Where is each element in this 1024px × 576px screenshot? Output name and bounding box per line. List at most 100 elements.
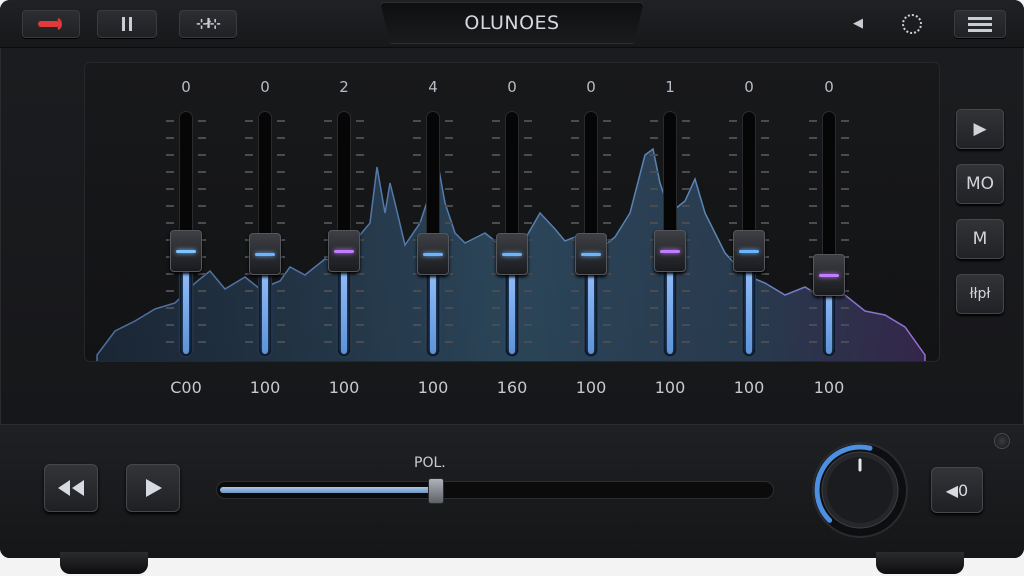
knob-indicator bbox=[660, 250, 680, 253]
band-gain-value: 0 bbox=[744, 78, 754, 96]
scale-tick bbox=[277, 307, 285, 309]
band-slider-knob[interactable] bbox=[249, 233, 281, 275]
side-play-button[interactable]: ▶ bbox=[956, 109, 1004, 149]
scale-tick bbox=[356, 154, 364, 156]
scale-tick bbox=[809, 171, 817, 173]
scale-tick bbox=[603, 188, 611, 190]
band-slider-knob[interactable] bbox=[496, 233, 528, 275]
scale-tick bbox=[650, 120, 658, 122]
scale-tick bbox=[524, 341, 532, 343]
band-gain-value: 0 bbox=[507, 78, 517, 96]
knob-indicator bbox=[176, 250, 196, 253]
band-slider-track[interactable] bbox=[823, 112, 835, 356]
scale-tick bbox=[650, 222, 658, 224]
mute-label: M bbox=[972, 229, 988, 249]
scale-tick bbox=[729, 273, 737, 275]
scale-tick bbox=[524, 290, 532, 292]
scale-tick bbox=[356, 188, 364, 190]
scale-tick bbox=[166, 154, 174, 156]
position-slider[interactable] bbox=[216, 478, 774, 504]
mixer-device: ⊹ł⊹ OLUNOES ◀ 0 C00 0 100 2 100 4 100 0 … bbox=[0, 0, 1024, 558]
scale-tick bbox=[166, 307, 174, 309]
band-gain-value: 0 bbox=[260, 78, 270, 96]
scale-tick bbox=[324, 341, 332, 343]
back-arrow-icon[interactable]: ◀ bbox=[853, 16, 863, 31]
band-gain-value: 4 bbox=[428, 78, 438, 96]
scale-tick bbox=[166, 341, 174, 343]
scale-tick bbox=[650, 341, 658, 343]
scale-tick bbox=[277, 137, 285, 139]
scale-tick bbox=[729, 324, 737, 326]
rewind-icon bbox=[58, 480, 84, 496]
scale-tick bbox=[603, 154, 611, 156]
scale-tick bbox=[445, 120, 453, 122]
scale-tick bbox=[166, 137, 174, 139]
scale-tick bbox=[841, 188, 849, 190]
knob-indicator bbox=[581, 253, 601, 256]
menu-button[interactable] bbox=[954, 10, 1006, 38]
device-foot-left bbox=[60, 552, 148, 574]
scale-tick bbox=[571, 307, 579, 309]
top-bar: ⊹ł⊹ OLUNOES ◀ bbox=[0, 0, 1024, 48]
scale-tick bbox=[245, 205, 253, 207]
scale-tick bbox=[729, 222, 737, 224]
mute-button[interactable]: M bbox=[956, 219, 1004, 259]
scale-tick bbox=[841, 137, 849, 139]
pause-button[interactable] bbox=[97, 10, 157, 38]
scale-tick bbox=[198, 324, 206, 326]
scale-tick bbox=[166, 290, 174, 292]
scale-tick bbox=[166, 120, 174, 122]
volume-knob[interactable] bbox=[810, 440, 910, 540]
scale-tick bbox=[324, 290, 332, 292]
scale-tick bbox=[356, 222, 364, 224]
scale-tick bbox=[413, 290, 421, 292]
scale-tick bbox=[809, 222, 817, 224]
scale-tick bbox=[841, 222, 849, 224]
scale-tick bbox=[413, 324, 421, 326]
band-slider-knob[interactable] bbox=[575, 233, 607, 275]
settings-icon[interactable] bbox=[902, 14, 922, 34]
equalizer-button[interactable]: ⊹ł⊹ bbox=[179, 10, 237, 38]
position-thumb[interactable] bbox=[428, 478, 444, 504]
volume-button[interactable]: ◀0 bbox=[931, 467, 983, 513]
scale-tick bbox=[445, 324, 453, 326]
scale-tick bbox=[682, 222, 690, 224]
eq-band: 0 bbox=[561, 62, 621, 362]
scale-tick bbox=[413, 171, 421, 173]
scale-tick bbox=[277, 290, 285, 292]
eq-band: 0 bbox=[235, 62, 295, 362]
scale-tick bbox=[245, 307, 253, 309]
scale-tick bbox=[809, 341, 817, 343]
play-button[interactable] bbox=[126, 464, 180, 512]
equalizer-icon: ⊹ł⊹ bbox=[196, 16, 221, 32]
band-slider-knob[interactable] bbox=[654, 230, 686, 272]
scale-tick bbox=[245, 137, 253, 139]
scale-tick bbox=[198, 205, 206, 207]
mono-button[interactable]: MO bbox=[956, 164, 1004, 204]
device-foot-right bbox=[876, 552, 964, 574]
scale-tick bbox=[445, 137, 453, 139]
rewind-button[interactable] bbox=[44, 464, 98, 512]
band-slider-knob[interactable] bbox=[733, 230, 765, 272]
scale-tick bbox=[277, 188, 285, 190]
knob-indicator bbox=[739, 250, 759, 253]
band-slider-knob[interactable] bbox=[170, 230, 202, 272]
scale-tick bbox=[650, 171, 658, 173]
misc-button[interactable]: łłpł bbox=[956, 274, 1004, 314]
band-gain-value: 0 bbox=[181, 78, 191, 96]
scale-tick bbox=[245, 188, 253, 190]
scale-tick bbox=[841, 154, 849, 156]
band-slider-knob[interactable] bbox=[417, 233, 449, 275]
band-slider-knob[interactable] bbox=[328, 230, 360, 272]
knob-indicator bbox=[423, 253, 443, 256]
power-button[interactable] bbox=[22, 10, 80, 38]
band-frequency-label: 100 bbox=[654, 378, 686, 397]
band-slider-knob[interactable] bbox=[813, 254, 845, 296]
scale-tick bbox=[682, 290, 690, 292]
scale-tick bbox=[809, 120, 817, 122]
scale-tick bbox=[603, 341, 611, 343]
scale-tick bbox=[324, 120, 332, 122]
app-title: OLUNOES bbox=[464, 12, 560, 34]
scale-tick bbox=[729, 137, 737, 139]
scale-tick bbox=[198, 120, 206, 122]
